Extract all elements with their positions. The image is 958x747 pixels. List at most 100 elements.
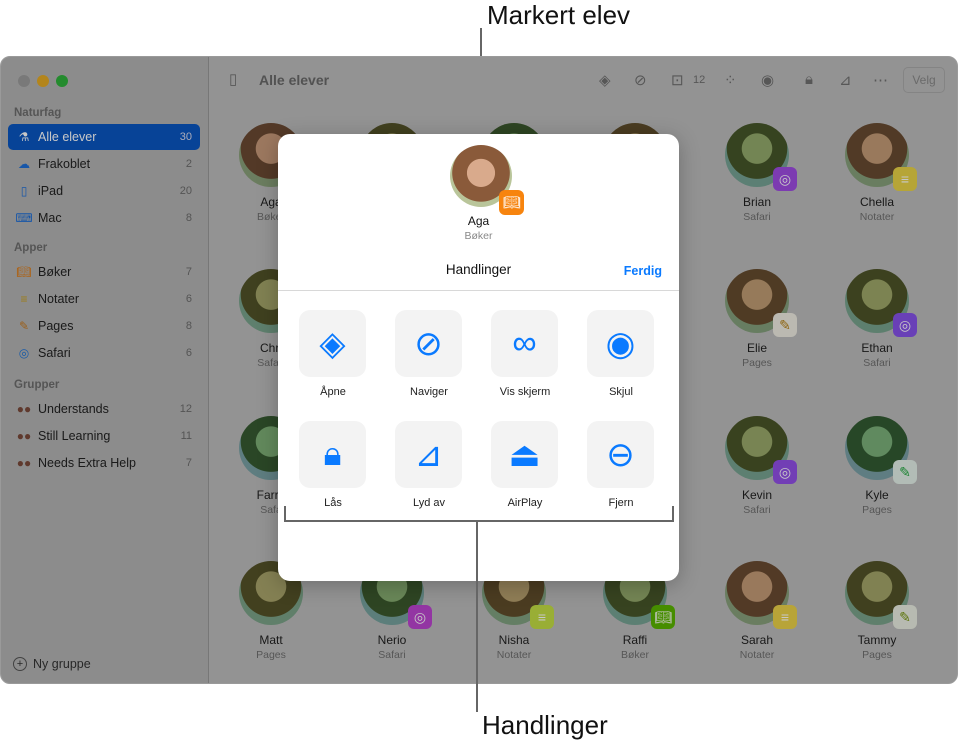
action-label: Skjul [609,386,633,398]
student-app: Pages [862,649,892,661]
pages-app-icon: ✎ [18,319,30,333]
sidebar-item-label: Needs Extra Help [38,456,136,470]
new-group-label: Ny gruppe [33,657,91,671]
action-åpne-button[interactable]: ◈ [299,310,366,377]
student-app: Notater [739,649,775,661]
speaker-slash-icon: ⊿ [414,435,443,474]
more-icon[interactable]: ⋯ [873,71,888,89]
safari-app-icon: ◎ [18,346,30,360]
action-airplay-button[interactable]: ⏏ [491,421,558,488]
student-tile[interactable]: ✎ Elie Pages [702,269,812,369]
callout-selected-student: Markert elev [487,0,631,30]
sidebar-item-label: Pages [38,319,74,333]
action-lås-button[interactable]: 🔒︎ [299,421,366,488]
student-name: Brian [742,195,771,209]
group-avatars-icon: ●● [16,456,32,470]
action-naviger-button[interactable]: ⊘ [395,310,462,377]
sidebar-item[interactable]: ☁ Frakoblet 2 [8,151,200,177]
sidebar-item-label: Still Learning [38,429,111,443]
student-name: Matt [259,633,283,647]
sidebar-item-count: 8 [185,212,192,224]
window-controls [18,75,68,87]
action-vis-skjerm-button[interactable]: ∞ [491,310,558,377]
sidebar-item[interactable]: ●● Needs Extra Help 7 [8,450,200,476]
student-name: Ethan [861,341,893,355]
student-name: Kevin [741,488,773,502]
group-avatars-icon: ●● [16,429,32,443]
zoom-button[interactable] [56,75,68,87]
sidebar-item-count: 7 [185,457,192,469]
sidebar-item[interactable]: ●● Still Learning 11 [8,423,200,449]
action-fjern-button[interactable]: ⊖ [587,421,654,488]
sidebar-item-label: Understands [38,402,109,416]
sidebar-item[interactable]: ◎ Safari 6 [8,340,200,366]
sidebar-item-count: 6 [185,293,192,305]
layers-icon[interactable]: ◈ [599,71,611,89]
ipad-icon: ▯ [20,184,28,198]
pages-app-icon: ✎ [773,313,797,337]
student-name: Nerio [377,633,407,647]
sidebar-item-count: 6 [185,347,192,359]
sidebar-item[interactable]: ●● Understands 12 [8,396,200,422]
student-avatar: ◎ [725,123,797,191]
grid-icon[interactable]: ⁘ [724,71,737,89]
compass-icon[interactable]: ⊘ [634,71,647,89]
eye-slash-icon: ◉ [605,324,636,363]
sidebar-item-label: Alle elever [38,130,97,144]
mute-icon[interactable]: ⊿ [839,71,852,89]
eye-slash-icon[interactable]: ◉ [761,71,774,89]
student-tile[interactable]: ✎ Tammy Pages [822,561,932,661]
sidebar-item[interactable]: 📖︎ Bøker 7 [8,259,200,285]
inbox-icon[interactable]: ⊡ [671,71,684,89]
done-button[interactable]: Ferdig [624,264,662,278]
student-tile[interactable]: ◎ Kevin Safari [702,416,812,516]
student-app: Bøker [620,649,649,661]
student-app: Safari [743,504,771,516]
notes-app-icon: ≡ [20,292,28,306]
student-tile[interactable]: ✎ Kyle Pages [822,416,932,516]
action-skjul-button[interactable]: ◉ [587,310,654,377]
sidebar-item[interactable]: ✎ Pages 8 [8,313,200,339]
sidebar-item-label: iPad [38,184,64,198]
student-tile[interactable]: ≡ Chella Notater [822,123,932,223]
student-tile[interactable]: ≡ Sarah Notater [702,561,812,661]
bracket-bottom [284,520,674,522]
callout-actions: Handlinger [482,710,608,740]
sidebar-item-label: Mac [38,211,62,225]
minimize-button[interactable] [37,75,49,87]
layers-icon: ◈ [319,324,346,363]
sidebar-item[interactable]: ≡ Notater 6 [8,286,200,312]
safari-app-icon: ◎ [408,605,432,629]
sidebar-item-count: 7 [185,266,192,278]
notater-app-icon: ≡ [893,167,917,191]
close-button[interactable] [18,75,30,87]
books-app-icon: 📖︎ [499,190,524,215]
cloud-slash-icon: ☁ [18,157,30,171]
student-avatar: ◎ [725,416,797,484]
sidebar-item[interactable]: ⌨ Mac 8 [8,205,200,231]
pages-app-icon: ✎ [893,460,917,484]
action-label: Naviger [410,386,448,398]
lock-icon: 🔒︎ [323,435,342,473]
student-avatar: ≡ [845,123,917,191]
sidebar-item-label: Bøker [38,265,72,279]
sidebar-item-label: Safari [38,346,71,360]
student-tile[interactable]: ◎ Ethan Safari [822,269,932,369]
sidebar-item[interactable]: ▯ iPad 20 [8,178,200,204]
student-name: Raffi [622,633,648,647]
action-lyd-av-button[interactable]: ⊿ [395,421,462,488]
sidebar-item-label: Frakoblet [38,157,91,171]
selected-student-app: Bøker [464,230,493,242]
group-avatars-icon: ●● [16,402,32,416]
plus-circle-icon: + [13,657,27,671]
lock-icon[interactable]: 🔒︎ [805,71,813,88]
student-tile[interactable]: ◎ Brian Safari [702,123,812,223]
sidebar-item-count: 8 [185,320,192,332]
sidebar-toggle-icon[interactable]: ▯ [229,70,237,88]
new-group-button[interactable]: + Ny gruppe [13,657,91,671]
select-button[interactable]: Velg [903,67,945,93]
student-name: Kyle [865,488,889,502]
sidebar-item[interactable]: ⚗ Alle elever 30 [8,124,200,150]
sidebar-section-title: Grupper [14,379,60,391]
page-title: Alle elever [259,72,330,88]
